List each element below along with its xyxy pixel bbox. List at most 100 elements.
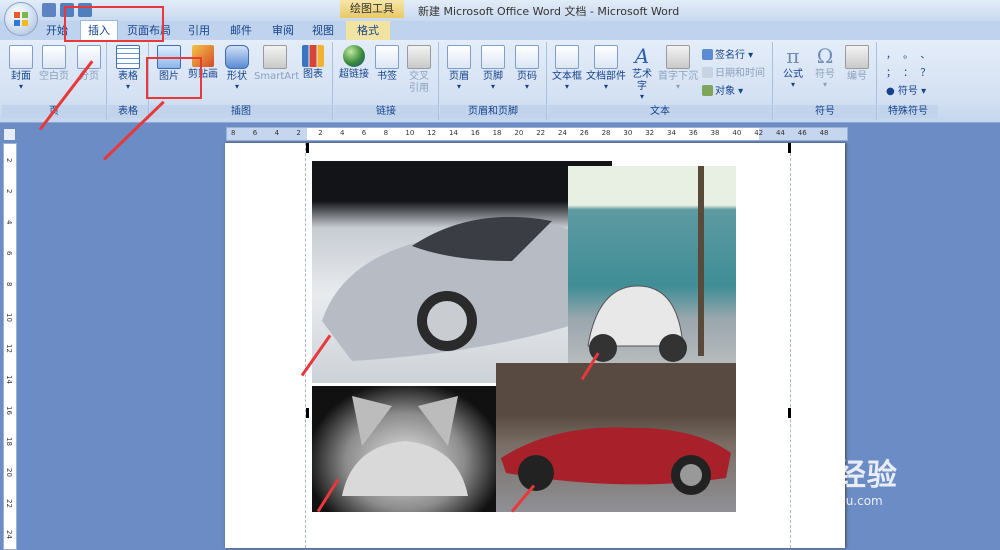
group-label: 插图: [150, 105, 332, 118]
globe-icon: [343, 45, 365, 67]
group-links: 超链接 书签 交叉 引用 链接: [334, 42, 439, 120]
group-label: 符号: [774, 105, 876, 118]
numbering-button[interactable]: 编号: [842, 45, 872, 83]
wordart-icon: A: [634, 44, 650, 68]
ruler-tick: 14: [449, 129, 458, 137]
ruler-tick: 20: [5, 468, 13, 477]
office-button[interactable]: [4, 2, 38, 36]
window-title: 新建 Microsoft Office Word 文档 - Microsoft …: [418, 5, 680, 18]
ev-illustration: [587, 166, 704, 362]
vertical-ruler[interactable]: 2 2 4 6 8 10 12 14 16 18 20 22 24: [3, 143, 17, 550]
tab-mailings[interactable]: 邮件: [224, 21, 258, 40]
object-button[interactable]: 对象 ▾: [702, 82, 743, 97]
header-button[interactable]: 页眉 ▾: [444, 45, 474, 91]
ruler-tick: 20: [514, 129, 524, 137]
equation-button[interactable]: π 公式 ▾: [778, 45, 808, 89]
tab-references[interactable]: 引用: [182, 21, 216, 40]
ruler-tick: 24: [558, 129, 567, 137]
wordart-button[interactable]: A 艺术字 ▾: [628, 45, 656, 101]
ruler-tick: 38: [710, 129, 720, 137]
ruler-tick: 16: [5, 406, 13, 415]
group-label: 特殊符号: [878, 105, 938, 118]
group-label: 表格: [108, 105, 148, 118]
chart-button[interactable]: 图表: [298, 45, 328, 81]
ruler-tick: 40: [732, 129, 742, 137]
blank-page-button[interactable]: 空白页: [38, 45, 70, 83]
footer-button[interactable]: 页脚 ▾: [478, 45, 508, 91]
photo-silver-sports-car[interactable]: [312, 161, 612, 383]
ruler-tick: 6: [5, 251, 13, 256]
ruler-tick: 36: [688, 129, 698, 137]
quick-parts-button[interactable]: 文档部件 ▾: [586, 45, 626, 91]
resize-handle[interactable]: [788, 143, 791, 153]
photo-gullwing-car[interactable]: [312, 386, 498, 512]
calendar-icon: [702, 67, 713, 78]
office-logo-icon: [14, 12, 28, 26]
ruler-tick: 34: [667, 129, 676, 137]
bookmark-button[interactable]: 书签: [372, 45, 402, 83]
hyperlink-button[interactable]: 超链接: [338, 45, 370, 81]
resize-handle[interactable]: [306, 408, 309, 418]
ruler-tick: 46: [797, 129, 807, 137]
smartart-button[interactable]: SmartArt: [254, 45, 299, 83]
date-time-button[interactable]: 日期和时间: [702, 64, 765, 79]
ruler-tick: 12: [5, 344, 13, 353]
baidu-watermark: Bai 经验 jingyan.baidu.com: [768, 458, 898, 508]
cover-page-button[interactable]: 封面 ▾: [6, 45, 36, 91]
ruler-tick: 2: [5, 189, 13, 194]
group-label: 页眉和页脚: [440, 105, 546, 118]
pi-icon: π: [786, 44, 800, 68]
left-margin-guide: [305, 143, 306, 548]
ruler-tick: 18: [5, 437, 13, 446]
tab-view[interactable]: 视图: [306, 21, 340, 40]
cross-reference-button[interactable]: 交叉 引用: [404, 45, 434, 95]
table-button[interactable]: 表格 ▾: [114, 45, 142, 91]
numbering-icon: [845, 45, 869, 69]
ruler-tick: 42: [754, 129, 764, 137]
smartart-icon: [263, 45, 287, 69]
ruler-toggle-button[interactable]: [3, 128, 16, 141]
table-icon: [116, 45, 140, 69]
bookmark-icon: [375, 45, 399, 69]
ruler-tick: 2: [5, 158, 13, 163]
symbol-button[interactable]: Ω 符号 ▾: [810, 45, 840, 89]
page-number-button[interactable]: 页码 ▾: [512, 45, 542, 91]
ruler-tick: 18: [492, 129, 502, 137]
group-label: 文本: [548, 105, 772, 118]
blank-page-icon: [42, 45, 66, 69]
group-text: 文本框 ▾ 文档部件 ▾ A 艺术字 ▾ 首字下沉 ▾ 签名行 ▾ 日期和时间 对象 ▾…: [548, 42, 773, 120]
annotation-box-picture: [146, 57, 202, 99]
punctuation-row-1[interactable]: ， 。 、: [886, 46, 932, 61]
tab-format[interactable]: 格式: [346, 21, 390, 40]
ruler-tick: 4: [274, 129, 280, 137]
tab-review[interactable]: 审阅: [266, 21, 300, 40]
ruler-tick: 24: [5, 530, 13, 539]
ruler-tick: 22: [5, 499, 13, 508]
group-label: 链接: [334, 105, 438, 118]
footer-icon: [481, 45, 505, 69]
ruler-tick: 6: [361, 129, 367, 137]
special-symbol-button[interactable]: ● 符号 ▾: [886, 82, 926, 97]
ruler-tick: 10: [405, 129, 415, 137]
shapes-button[interactable]: 形状 ▾: [222, 45, 252, 91]
ruler-tick: 22: [536, 129, 546, 137]
textbox-button[interactable]: 文本框 ▾: [550, 45, 584, 91]
textbox-icon: [555, 45, 579, 69]
photo-small-ev[interactable]: [568, 166, 736, 384]
signature-line-button[interactable]: 签名行 ▾: [702, 46, 753, 61]
ruler-tick: 2: [296, 129, 301, 137]
cover-page-icon: [9, 45, 33, 69]
ruler-tick: 44: [776, 129, 785, 137]
save-icon[interactable]: [42, 3, 56, 17]
page-number-icon: [515, 45, 539, 69]
omega-icon: Ω: [816, 44, 834, 68]
horizontal-ruler[interactable]: 8 6 4 2 2 4 6 8 10 12 14 16 18 20 22 24 26 28 30 32 34 36 38 40…: [226, 127, 848, 141]
resize-handle[interactable]: [306, 143, 309, 153]
group-header-footer: 页眉 ▾ 页脚 ▾ 页码 ▾ 页眉和页脚: [440, 42, 547, 120]
shapes-icon: [225, 45, 249, 69]
ruler-tick: 8: [383, 129, 389, 137]
punctuation-row-2[interactable]: ； ： ？: [886, 64, 932, 79]
drop-cap-button[interactable]: 首字下沉 ▾: [658, 45, 698, 91]
ruler-tick: 30: [623, 129, 633, 137]
resize-handle[interactable]: [788, 408, 791, 418]
